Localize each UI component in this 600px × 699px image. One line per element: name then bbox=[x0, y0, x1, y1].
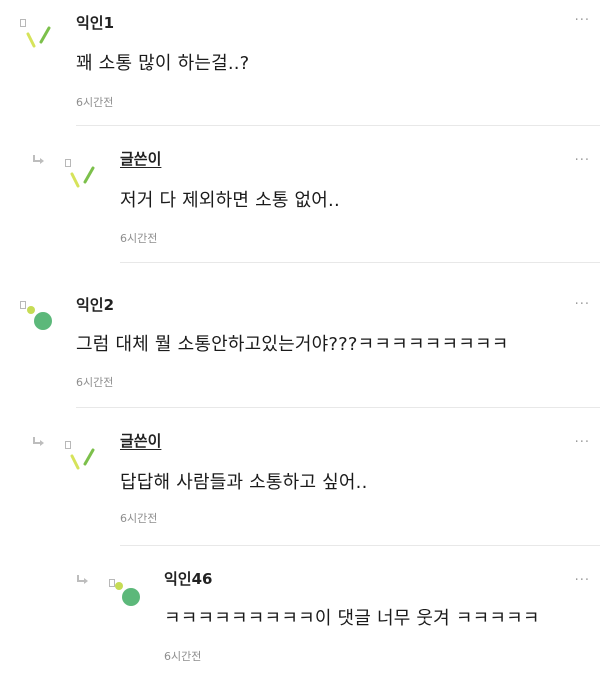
more-options-button[interactable]: ··· bbox=[575, 574, 590, 587]
comment-5-reply: 익인46 ··· ㅋㅋㅋㅋㅋㅋㅋㅋㅋ이 댓글 너무 웃겨 ㅋㅋㅋㅋㅋ 6시간전 bbox=[0, 546, 600, 699]
comment-time: 6시간전 bbox=[120, 232, 158, 245]
author-name[interactable]: 글쓴이 bbox=[120, 430, 161, 451]
commenter-name[interactable]: 익인46 bbox=[164, 568, 212, 589]
comment-2-reply: 글쓴이 ··· 저거 다 제외하면 소통 없어.. 6시간전 bbox=[0, 126, 600, 264]
avatar-dots-icon bbox=[112, 578, 144, 614]
avatar-leaf-icon bbox=[68, 442, 98, 480]
commenter-name[interactable]: 익인2 bbox=[76, 294, 114, 315]
commenter-name[interactable]: 익인1 bbox=[76, 12, 114, 33]
comment-time: 6시간전 bbox=[120, 512, 158, 525]
more-options-button[interactable]: ··· bbox=[575, 14, 590, 27]
reply-arrow-icon bbox=[32, 150, 46, 169]
comment-text: ㅋㅋㅋㅋㅋㅋㅋㅋㅋ이 댓글 너무 웃겨 ㅋㅋㅋㅋㅋ bbox=[164, 608, 540, 629]
reply-arrow-icon bbox=[32, 432, 46, 451]
more-options-button[interactable]: ··· bbox=[575, 298, 590, 311]
comment-1: 익인1 ··· 꽤 소통 많이 하는걸..? 6시간전 bbox=[0, 0, 600, 126]
comment-time: 6시간전 bbox=[76, 376, 114, 389]
comment-3: 익인2 ··· 그럼 대체 뭘 소통안하고있는거야???ㅋㅋㅋㅋㅋㅋㅋㅋㅋ 6시… bbox=[0, 264, 600, 408]
divider bbox=[120, 262, 600, 263]
more-options-button[interactable]: ··· bbox=[575, 154, 590, 167]
more-options-button[interactable]: ··· bbox=[575, 436, 590, 449]
comment-text: 답답해 사람들과 소통하고 싶어.. bbox=[120, 472, 368, 493]
comment-time: 6시간전 bbox=[164, 650, 202, 663]
avatar-leaf-icon bbox=[68, 160, 98, 198]
avatar-dots-icon bbox=[24, 302, 56, 338]
avatar-leaf-icon bbox=[24, 20, 54, 58]
reply-arrow-icon bbox=[76, 570, 90, 589]
comment-text: 꽤 소통 많이 하는걸..? bbox=[76, 53, 250, 74]
comment-time: 6시간전 bbox=[76, 96, 114, 109]
author-name[interactable]: 글쓴이 bbox=[120, 148, 161, 169]
comment-text: 그럼 대체 뭘 소통안하고있는거야???ㅋㅋㅋㅋㅋㅋㅋㅋㅋ bbox=[76, 334, 509, 355]
comment-4-reply: 글쓴이 ··· 답답해 사람들과 소통하고 싶어.. 6시간전 bbox=[0, 408, 600, 546]
comment-text: 저거 다 제외하면 소통 없어.. bbox=[120, 190, 340, 211]
